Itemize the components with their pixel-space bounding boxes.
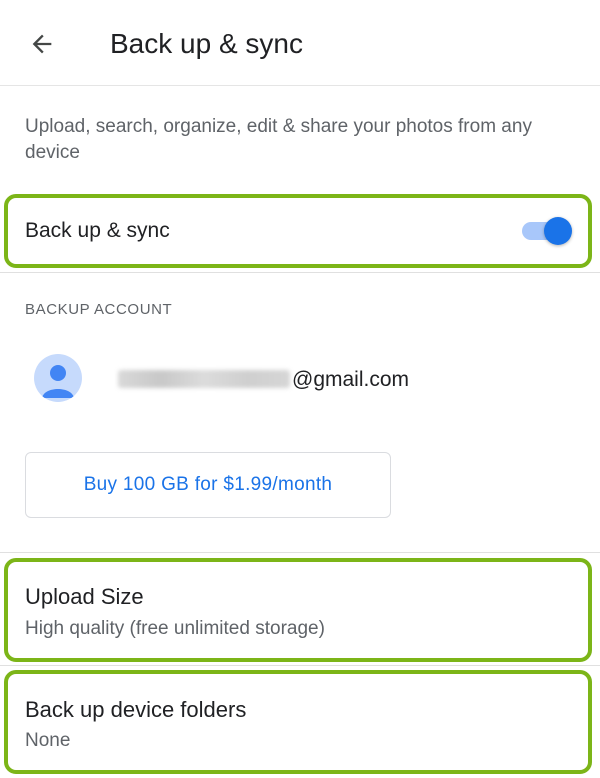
avatar xyxy=(34,354,82,402)
top-app-bar: Back up & sync xyxy=(0,0,600,86)
divider xyxy=(0,272,600,273)
upload-size-title: Upload Size xyxy=(25,584,144,609)
backup-sync-screen: Back up & sync Upload, search, organize,… xyxy=(0,0,600,778)
buy-storage-button[interactable]: Buy 100 GB for $1.99/month xyxy=(25,452,391,518)
email-username-redacted xyxy=(118,370,290,388)
feature-description: Upload, search, organize, edit & share y… xyxy=(25,116,532,163)
page-title: Back up & sync xyxy=(110,28,303,59)
backup-account-header: BACKUP ACCOUNT xyxy=(25,301,173,318)
toggle-thumb xyxy=(544,217,572,245)
device-folders-value: None xyxy=(25,730,71,751)
account-email: @gmail.com xyxy=(292,368,410,391)
divider xyxy=(0,552,600,553)
upload-size-value: High quality (free unlimited storage) xyxy=(25,618,325,639)
device-folders-title: Back up device folders xyxy=(25,697,247,722)
backup-sync-toggle[interactable] xyxy=(522,217,572,245)
backup-sync-label: Back up & sync xyxy=(25,219,170,242)
person-icon xyxy=(42,365,74,398)
arrow-back-icon xyxy=(32,34,52,54)
back-button[interactable] xyxy=(20,22,64,66)
divider xyxy=(0,665,600,666)
